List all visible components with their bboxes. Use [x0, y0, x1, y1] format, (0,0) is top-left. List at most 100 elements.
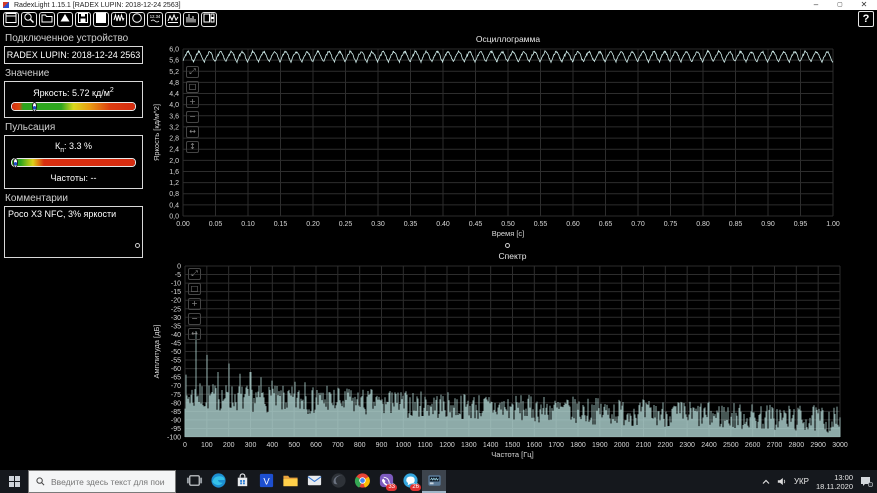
preview-button[interactable] [21, 12, 37, 27]
x-tick-label: 2900 [810, 442, 826, 449]
taskbar-app-dark-browser[interactable] [326, 470, 350, 493]
numeric-display-icon: 12.34 [149, 12, 161, 27]
y-tick-label: 2,4 [169, 147, 179, 154]
open-folder-icon [41, 12, 53, 27]
minimize-button[interactable]: – [811, 0, 821, 10]
x-tick-label: 0.80 [696, 221, 710, 228]
taskbar-app-mail[interactable] [302, 470, 326, 493]
taskbar-app-chrome[interactable] [350, 470, 374, 493]
x-tick-label: 0.40 [436, 221, 450, 228]
y-tick-label: 2,8 [169, 136, 179, 143]
x-tick-label: 0.45 [469, 221, 483, 228]
taskbar-search[interactable] [28, 470, 176, 493]
oscillogram-zoom-tools: ⤢ □ + − ↔ ↕ [186, 66, 199, 153]
chart-tool-zoom-in-button[interactable]: + [186, 96, 199, 108]
tray-date: 18.11.2020 [816, 481, 853, 491]
new-window-icon [5, 12, 17, 27]
y-tick-label: 4,0 [169, 102, 179, 109]
taskbar-app-v-app[interactable]: V [254, 470, 278, 493]
taskbar-app-radexlight[interactable] [422, 470, 446, 493]
taskbar-app-edge[interactable] [206, 470, 230, 493]
tray-chevron-icon[interactable] [762, 479, 770, 485]
chart-tool-fit-horizontal-button[interactable]: ↔ [188, 328, 201, 340]
x-tick-label: 800 [354, 442, 366, 449]
measurement-log-button[interactable] [165, 12, 181, 27]
measurement-log-icon [167, 12, 179, 27]
language-indicator[interactable]: УКР [794, 477, 809, 486]
oscillogram-chart[interactable]: Осциллограмма 0.00 0.05 0.10 0.15 0.20 0.25 0.3… [150, 33, 877, 247]
start-button[interactable] [0, 470, 28, 493]
circle-mode-icon [131, 12, 143, 27]
store-icon [234, 472, 251, 492]
chart-tool-fit-vertical-button[interactable]: ↕ [186, 141, 199, 153]
chart-tool-fit-horizontal-button[interactable]: ↔ [186, 126, 199, 138]
y-tick-label: -5 [175, 272, 181, 279]
new-window-button[interactable] [3, 12, 19, 27]
taskbar-app-explorer[interactable] [278, 470, 302, 493]
open-folder-button[interactable] [39, 12, 55, 27]
x-tick-label: 0.75 [664, 221, 678, 228]
spectrum-chart[interactable]: Спектр 0 100 200 300 400 500 600 700 800 900 1000 11… [150, 250, 877, 468]
circle-mode-button[interactable] [129, 12, 145, 27]
help-button[interactable]: ? [858, 11, 874, 27]
y-tick-label: 5,6 [169, 58, 179, 65]
x-tick-label: 0.15 [274, 221, 288, 228]
oscillogram-mode-button[interactable] [111, 12, 127, 27]
y-tick-label: -30 [171, 315, 181, 322]
comments-section-label: Комментарии [5, 192, 68, 204]
y-tick-label: 2,0 [169, 158, 179, 165]
comment-input[interactable]: Poco X3 NFC, 3% яркости [4, 205, 143, 258]
chart-tool-window-button[interactable]: □ [186, 81, 199, 93]
clock[interactable]: 13:00 18.11.2020 [816, 473, 853, 491]
x-tick-label: 0.60 [566, 221, 580, 228]
notification-center-icon[interactable] [860, 476, 873, 487]
x-tick-label: 900 [376, 442, 388, 449]
export-button[interactable] [57, 12, 73, 27]
volume-icon[interactable] [777, 477, 787, 486]
y-axis-label: Амплитуда [дБ] [152, 325, 161, 379]
chart-tool-zoom-out-button[interactable]: − [186, 111, 199, 123]
chart-tool-zoom-in-button[interactable]: + [188, 298, 201, 310]
device-section-label: Подключенное устройство [5, 33, 129, 44]
y-tick-label: -20 [171, 298, 181, 305]
brightness-scale [11, 102, 136, 112]
x-tick-label: 0.20 [306, 221, 320, 228]
white-screen-button[interactable] [93, 12, 109, 27]
left-panel: Подключенное устройство RADEX LUPIN: 201… [0, 29, 148, 258]
taskbar-app-store[interactable] [230, 470, 254, 493]
pulsation-section-label: Пульсация [5, 122, 56, 133]
taskbar-app-messenger[interactable]: 26 [398, 470, 422, 493]
x-tick-label: 1400 [483, 442, 499, 449]
taskbar-app-viber[interactable]: 33 [374, 470, 398, 493]
x-tick-label: 2800 [789, 442, 805, 449]
y-tick-label: -25 [171, 306, 181, 313]
close-button[interactable]: ✕ [859, 0, 869, 10]
x-tick-label: 0.35 [404, 221, 418, 228]
panel-splitter-grip[interactable] [135, 243, 140, 248]
maximize-button[interactable]: ▢ [835, 0, 845, 10]
system-tray: УКР 13:00 18.11.2020 [762, 470, 877, 493]
y-tick-label: 3,6 [169, 113, 179, 120]
chart-tool-zoom-out-button[interactable]: − [188, 313, 201, 325]
x-tick-label: 500 [288, 442, 300, 449]
edge-icon [210, 472, 227, 492]
x-tick-label: 2600 [745, 442, 761, 449]
window-titlebar[interactable]: RadexLight 1.15.1 [RADEX LUPIN: 2018-12-… [0, 0, 877, 10]
chart-tool-window-button[interactable]: □ [188, 283, 201, 295]
chart-tool-fit-button[interactable]: ⤢ [188, 268, 201, 280]
value-section-label: Значение [5, 68, 50, 79]
windows-logo-icon [8, 476, 20, 487]
numeric-display-button[interactable]: 12.34 [147, 12, 163, 27]
save-icon [77, 12, 89, 27]
y-tick-label: 1,6 [169, 169, 179, 176]
dual-layout-button[interactable] [201, 12, 217, 27]
tray-time: 13:00 [834, 472, 853, 482]
y-axis-label: Яркость [кд/м^2] [152, 104, 161, 161]
save-button[interactable] [75, 12, 91, 27]
chart-splitter-grip[interactable] [505, 243, 510, 248]
chart-tool-fit-button[interactable]: ⤢ [186, 66, 199, 78]
y-tick-label: 0,4 [169, 202, 179, 209]
taskbar-app-task-view[interactable] [182, 470, 206, 493]
search-input[interactable] [49, 475, 167, 488]
spectrum-mode-button[interactable] [183, 12, 199, 27]
